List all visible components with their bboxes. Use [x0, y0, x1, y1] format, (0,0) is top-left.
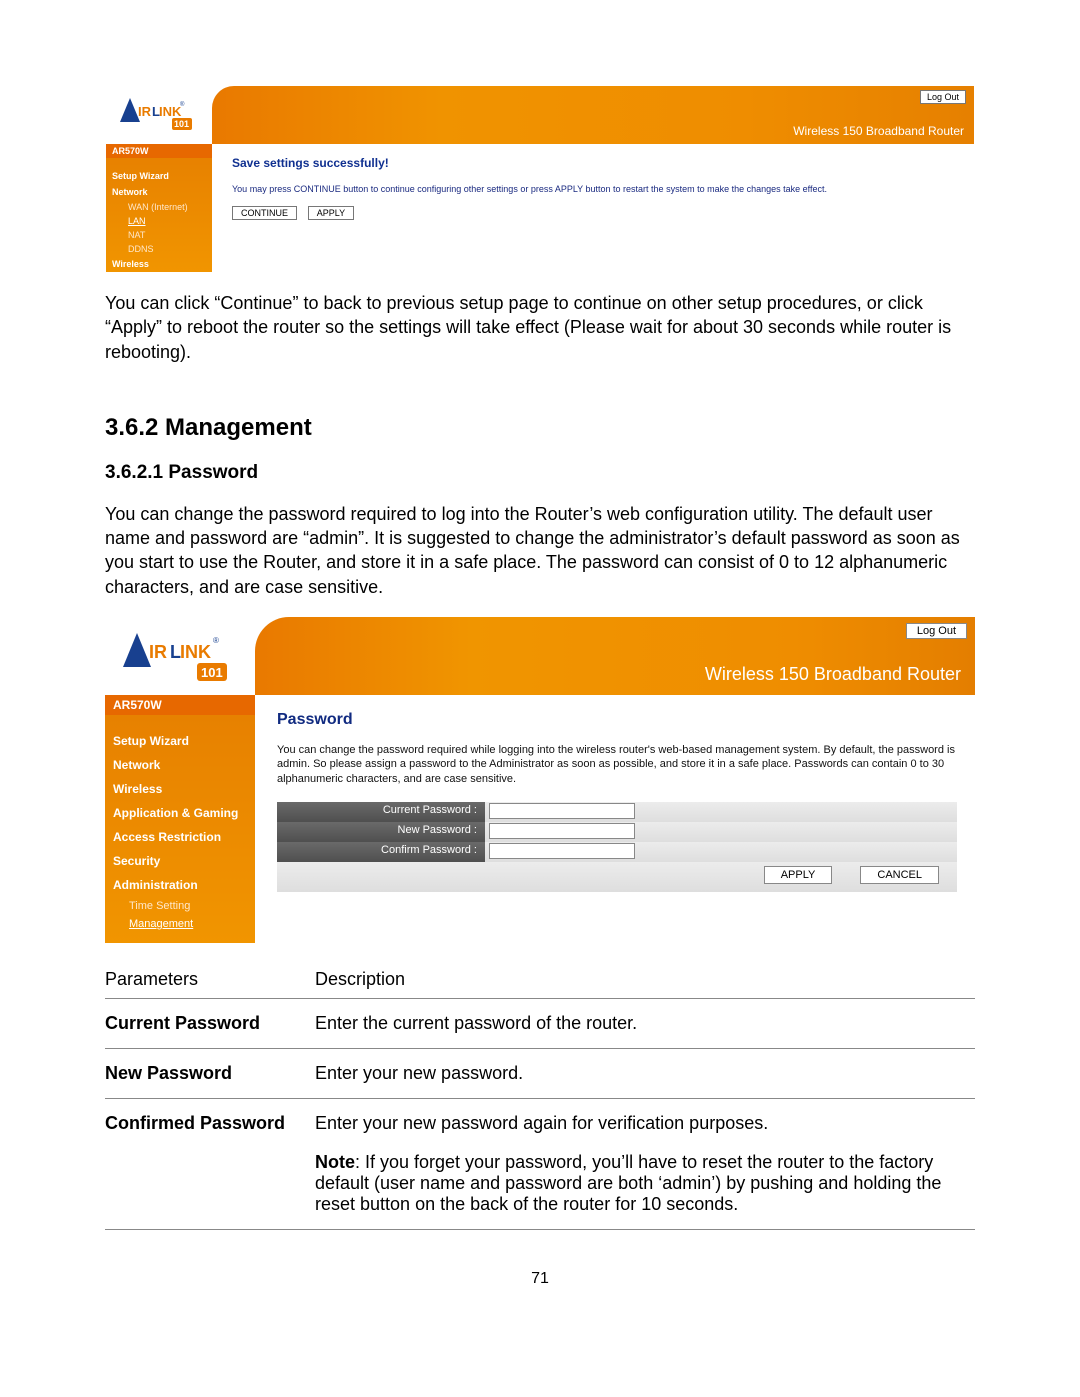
password-description: You can change the password required whi… [277, 743, 957, 786]
param-confirmed-password: Confirmed Password [105, 1099, 315, 1149]
current-password-input[interactable] [489, 803, 635, 819]
screenshot-password: IR L INK ® 101 Log Out Wireless 150 Broa… [105, 617, 975, 943]
continue-button[interactable]: CONTINUE [232, 206, 297, 220]
nav-ddns[interactable]: DDNS [106, 242, 212, 256]
logout-button[interactable]: Log Out [920, 90, 966, 104]
nav-lan[interactable]: LAN [106, 214, 212, 228]
nav-wireless[interactable]: Wireless [105, 777, 255, 801]
nav-setup-wizard[interactable]: Setup Wizard [106, 168, 212, 184]
new-password-input[interactable] [489, 823, 635, 839]
body-text-1: You can click “Continue” to back to prev… [105, 291, 975, 364]
model-label: AR570W [106, 144, 212, 158]
brand-logo: IR L INK ® 101 [105, 617, 255, 695]
svg-text:INK: INK [180, 642, 211, 662]
svg-text:INK: INK [159, 104, 182, 119]
heading-management: 3.6.2 Management [105, 414, 975, 442]
save-message: You may press CONTINUE button to continu… [232, 184, 954, 194]
param-current-password: Current Password [105, 999, 315, 1049]
label-new-password: New Password : [277, 822, 485, 842]
nav-wan[interactable]: WAN (Internet) [106, 200, 212, 214]
product-title: Wireless 150 Broadband Router [705, 664, 961, 685]
nav-setup-wizard[interactable]: Setup Wizard [105, 729, 255, 753]
save-heading: Save settings successfully! [232, 156, 954, 170]
parameters-table: Parameters Description Current Password … [105, 963, 975, 1230]
svg-text:IR: IR [149, 642, 167, 662]
screenshot-save-settings: IR L INK ® 101 Log Out Wireless 150 Broa… [105, 85, 975, 273]
desc-current-password: Enter the current password of the router… [315, 999, 975, 1049]
param-new-password: New Password [105, 1049, 315, 1099]
svg-text:101: 101 [174, 119, 189, 129]
note-label: Note [315, 1152, 355, 1172]
svg-text:®: ® [213, 636, 219, 645]
page-number: 71 [105, 1270, 975, 1288]
nav-wireless[interactable]: Wireless [106, 256, 212, 272]
nav-administration[interactable]: Administration [105, 873, 255, 897]
svg-text:IR: IR [138, 104, 152, 119]
desc-new-password: Enter your new password. [315, 1049, 975, 1099]
nav-time-setting[interactable]: Time Setting [105, 897, 255, 915]
note-text: : If you forget your password, you’ll ha… [315, 1152, 941, 1214]
body-text-2: You can change the password required to … [105, 502, 975, 599]
sidebar-nav: AR570W Setup Wizard Network Wireless App… [105, 695, 255, 943]
password-note: Note: If you forget your password, you’l… [315, 1148, 975, 1230]
apply-button[interactable]: APPLY [764, 866, 833, 884]
confirm-password-input[interactable] [489, 843, 635, 859]
product-title: Wireless 150 Broadband Router [793, 124, 964, 138]
desc-confirmed-password: Enter your new password again for verifi… [315, 1099, 975, 1149]
sidebar-nav: AR570W Setup Wizard Network WAN (Interne… [106, 144, 212, 272]
nav-network[interactable]: Network [105, 753, 255, 777]
nav-nat[interactable]: NAT [106, 228, 212, 242]
col-description: Description [315, 963, 975, 999]
apply-button[interactable]: APPLY [308, 206, 354, 220]
nav-security[interactable]: Security [105, 849, 255, 873]
nav-access-restriction[interactable]: Access Restriction [105, 825, 255, 849]
nav-app-gaming[interactable]: Application & Gaming [105, 801, 255, 825]
col-parameters: Parameters [105, 963, 315, 999]
svg-text:101: 101 [201, 665, 223, 680]
logout-button[interactable]: Log Out [906, 623, 967, 639]
password-heading: Password [277, 711, 957, 729]
nav-management[interactable]: Management [105, 915, 255, 933]
svg-text:®: ® [180, 101, 185, 108]
nav-network[interactable]: Network [106, 184, 212, 200]
heading-password: 3.6.2.1 Password [105, 462, 975, 484]
cancel-button[interactable]: CANCEL [860, 866, 939, 884]
model-label: AR570W [105, 695, 255, 715]
label-current-password: Current Password : [277, 802, 485, 822]
label-confirm-password: Confirm Password : [277, 842, 485, 862]
brand-logo: IR L INK ® 101 [106, 86, 212, 144]
